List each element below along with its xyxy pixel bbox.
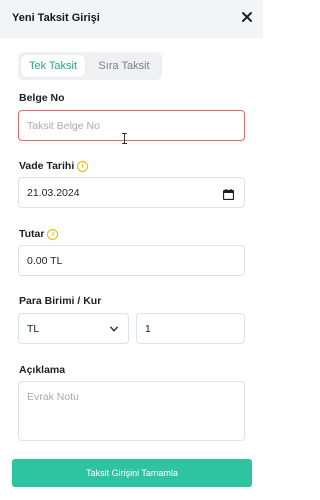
aciklama-textarea[interactable]: Evrak Notu: [18, 381, 245, 441]
para-birimi-label: Para Birimi / Kur: [19, 295, 102, 307]
vade-tarihi-value: 21.03.2024: [27, 186, 80, 199]
calendar-icon[interactable]: [223, 189, 234, 200]
aciklama-placeholder: Evrak Notu: [27, 391, 79, 403]
info-icon[interactable]: i: [77, 161, 89, 172]
belge-no-label: Belge No: [19, 92, 65, 104]
tutar-value: 0.00 TL: [27, 254, 63, 267]
aciklama-label: Açıklama: [19, 364, 66, 376]
currency-value: TL: [27, 322, 40, 335]
tab-sira-taksit[interactable]: Sıra Taksit: [90, 55, 158, 77]
info-icon[interactable]: i: [47, 229, 59, 240]
close-icon[interactable]: [239, 9, 255, 25]
vade-tarihi-label: Vade Tarihi i: [19, 160, 89, 172]
tutar-input[interactable]: 0.00 TL: [18, 245, 245, 276]
tutar-label: Tutar i: [19, 228, 59, 240]
belge-no-placeholder: Taksit Belge No: [27, 119, 100, 132]
modal-header: Yeni Taksit Girişi: [0, 0, 263, 38]
vade-tarihi-input[interactable]: 21.03.2024: [18, 177, 245, 208]
kur-value: 1: [145, 322, 151, 335]
tab-tek-taksit[interactable]: Tek Taksit: [21, 55, 85, 77]
submit-button[interactable]: Taksit Girişini Tamamla: [12, 459, 252, 487]
currency-select[interactable]: TL: [18, 313, 129, 344]
text-cursor-icon: [122, 133, 127, 144]
kur-input[interactable]: 1: [136, 313, 245, 344]
modal-title: Yeni Taksit Girişi: [12, 12, 100, 24]
belge-no-input[interactable]: Taksit Belge No: [18, 110, 245, 141]
tab-group: Tek Taksit Sıra Taksit: [18, 52, 162, 80]
chevron-down-icon: [110, 326, 118, 332]
